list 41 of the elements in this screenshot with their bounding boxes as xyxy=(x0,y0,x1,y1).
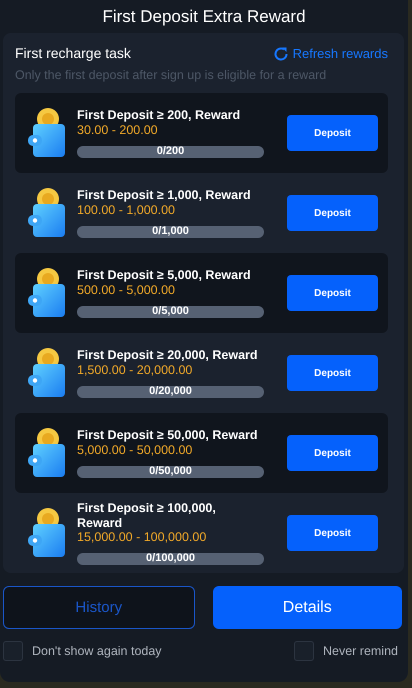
reward-range: 1,500.00 - 20,000.00 xyxy=(77,362,194,378)
section-title: First recharge task xyxy=(15,44,131,64)
checkbox[interactable] xyxy=(294,641,314,662)
reward-title: First Deposit ≥ 200, Reward xyxy=(77,108,242,123)
details-button[interactable]: Details xyxy=(212,586,402,630)
dialog-title: First Deposit Extra Reward xyxy=(101,6,307,28)
deposit-button[interactable]: Deposit xyxy=(287,515,378,552)
reward-title: First Deposit ≥ 20,000, Reward xyxy=(77,348,259,363)
reward-title: First Deposit ≥ 5,000, Reward xyxy=(77,268,252,283)
wallet-icon xyxy=(25,187,67,240)
checkbox[interactable] xyxy=(3,641,23,662)
wallet-icon xyxy=(25,427,67,480)
deposit-button[interactable]: Deposit xyxy=(287,435,378,472)
wallet-icon xyxy=(25,107,67,160)
refresh-button[interactable]: Refresh rewards xyxy=(272,44,388,64)
deposit-button[interactable]: Deposit xyxy=(287,275,378,312)
reward-title: First Deposit ≥ 1,000, Reward xyxy=(77,188,252,203)
reward-range: 5,000.00 - 50,000.00 xyxy=(77,442,194,458)
deposit-button[interactable]: Deposit xyxy=(287,355,378,392)
progress-text: 0/50,000 xyxy=(148,464,193,479)
wallet-icon xyxy=(25,507,67,560)
progress-text: 0/1,000 xyxy=(151,224,190,239)
progress-text: 0/200 xyxy=(156,144,186,159)
eligibility-note: Only the first deposit after sign up is eligible for a reward xyxy=(15,67,328,84)
progress-text: 0/5,000 xyxy=(151,304,190,319)
progress-text: 0/20,000 xyxy=(148,384,193,399)
reward-range: 100.00 - 1,000.00 xyxy=(77,202,176,218)
refresh-icon xyxy=(272,46,289,62)
wallet-icon xyxy=(25,267,67,320)
progress-text: 0/100,000 xyxy=(145,551,196,566)
wallet-icon xyxy=(25,347,67,400)
reward-title: First Deposit ≥ 50,000, Reward xyxy=(77,428,259,443)
reward-title: First Deposit ≥ 100,000, Reward xyxy=(77,501,217,530)
checkbox-label: Never remind xyxy=(322,643,398,660)
deposit-button[interactable]: Deposit xyxy=(287,115,378,152)
reward-range: 15,000.00 - 100,000.00 xyxy=(77,530,208,546)
history-button[interactable]: History xyxy=(3,586,194,630)
deposit-button[interactable]: Deposit xyxy=(287,195,378,232)
checkbox-label: Don't show again today xyxy=(32,643,162,660)
reward-range: 500.00 - 5,000.00 xyxy=(77,282,176,298)
reward-range: 30.00 - 200.00 xyxy=(77,122,159,138)
